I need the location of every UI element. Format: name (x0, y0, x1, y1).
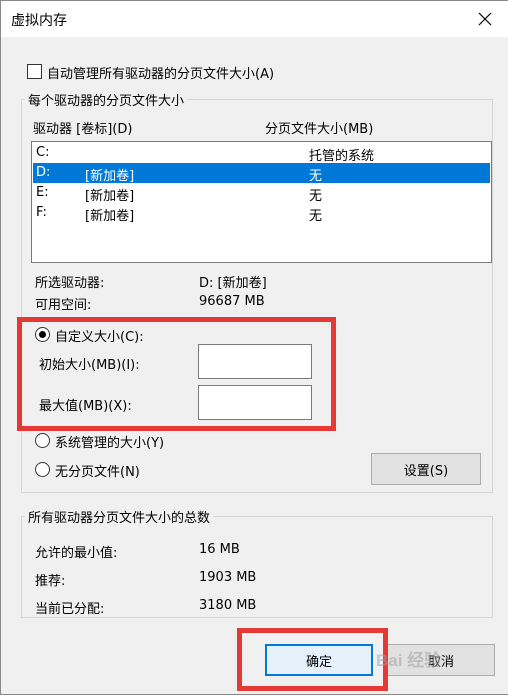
set-button[interactable]: 设置(S) (371, 453, 481, 485)
recommended-value: 1903 MB (199, 570, 257, 585)
drive-letter: C: (36, 145, 50, 160)
drive-size: 托管的系统 (309, 149, 375, 164)
min-allowed-value: 16 MB (199, 542, 240, 557)
free-space-value: 96687 MB (199, 294, 265, 309)
max-size-input[interactable] (198, 385, 312, 420)
recommended-label: 推荐: (35, 574, 66, 589)
totals-group-title: 所有驱动器分页文件大小的总数 (25, 507, 214, 526)
title-bar: 虚拟内存 (1, 1, 508, 37)
drive-row-f[interactable]: F: [新加卷] 无 (33, 203, 490, 224)
close-button[interactable] (462, 1, 508, 37)
baidu-watermark: Bai 经验 (376, 651, 442, 670)
drive-letter: F: (36, 205, 47, 220)
current-allocated-value: 3180 MB (199, 598, 257, 613)
initial-size-label: 初始大小(MB)(I): (39, 358, 140, 373)
drive-size: 无 (309, 169, 323, 184)
auto-manage-checkbox[interactable] (27, 64, 42, 79)
selected-drive-label: 所选驱动器: (35, 276, 105, 291)
close-icon (478, 12, 492, 26)
custom-size-label[interactable]: 自定义大小(C): (55, 326, 144, 345)
per-drive-group-title: 每个驱动器的分页文件大小 (25, 90, 188, 109)
max-size-label: 最大值(MB)(X): (39, 399, 132, 414)
drive-label: [新加卷] (85, 189, 135, 204)
system-managed-label[interactable]: 系统管理的大小(Y) (55, 432, 164, 451)
drive-label: [新加卷] (85, 169, 135, 184)
auto-manage-label[interactable]: 自动管理所有驱动器的分页文件大小(A) (47, 63, 274, 82)
drive-label: [新加卷] (85, 209, 135, 224)
set-button-label: 设置(S) (403, 463, 449, 479)
custom-size-radio[interactable] (35, 327, 50, 342)
ok-button[interactable]: 确定 (265, 644, 373, 676)
no-paging-file-radio[interactable] (35, 462, 50, 477)
selected-drive-value: D: [新加卷] (199, 276, 267, 291)
no-paging-file-label[interactable]: 无分页文件(N) (55, 461, 140, 480)
drive-size: 无 (309, 189, 323, 204)
radio-selected-dot (39, 331, 46, 338)
drive-letter: D: (36, 165, 51, 180)
system-managed-radio[interactable] (35, 433, 50, 448)
min-allowed-label: 允许的最小值: (35, 546, 118, 561)
drive-column-header: 驱动器 [卷标](D) (33, 122, 133, 137)
virtual-memory-dialog: 虚拟内存 自动管理所有驱动器的分页文件大小(A) 每个驱动器的分页文件大小 驱动… (0, 0, 508, 695)
initial-size-input[interactable] (198, 344, 312, 379)
drive-size: 无 (309, 209, 323, 224)
drive-letter: E: (36, 185, 49, 200)
free-space-label: 可用空间: (35, 298, 92, 313)
size-column-header: 分页文件大小(MB) (265, 122, 374, 137)
drive-list[interactable]: C: 托管的系统 D: [新加卷] 无 E: [新加卷] 无 F: [新加卷] … (31, 141, 492, 263)
window-title: 虚拟内存 (11, 13, 67, 29)
current-allocated-label: 当前已分配: (35, 602, 105, 617)
drive-row-c[interactable]: C: 托管的系统 (33, 143, 490, 164)
drive-row-d[interactable]: D: [新加卷] 无 (33, 163, 490, 184)
drive-row-e[interactable]: E: [新加卷] 无 (33, 183, 490, 204)
ok-button-label: 确定 (305, 654, 332, 670)
